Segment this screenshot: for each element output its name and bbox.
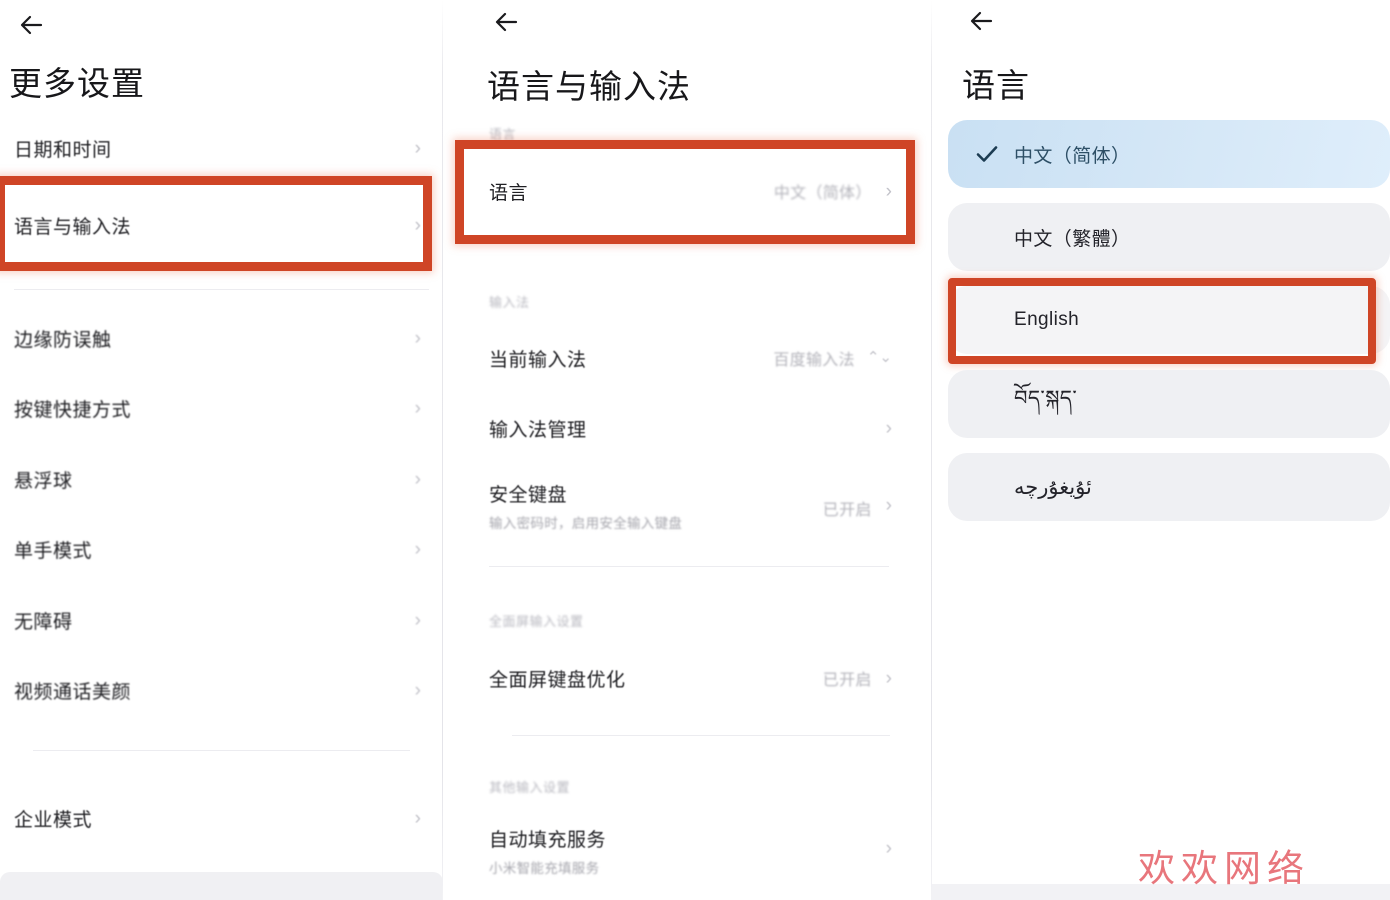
- settings-row-autofill-service[interactable]: 自动填充服务 小米智能充填服务 ›: [443, 825, 932, 877]
- row-label: 边缘防误触: [14, 329, 112, 351]
- back-arrow-icon[interactable]: [489, 5, 529, 39]
- section-label-fullscreen-input: 全面屏输入设置: [489, 614, 584, 629]
- row-subtitle: 小米智能充填服务: [489, 861, 600, 876]
- chevron-updown-icon: ⌃⌄: [866, 349, 892, 366]
- watermark: 欢欢网络: [1138, 847, 1310, 890]
- row-subtitle: 输入密码时，启用安全输入键盘: [489, 516, 683, 531]
- chevron-right-icon: ›: [414, 137, 421, 159]
- language-option-uyghur[interactable]: ئۇيغۇرچە: [948, 453, 1390, 521]
- chevron-right-icon: ›: [885, 495, 892, 516]
- group-divider: [14, 289, 429, 290]
- page-title: 更多设置: [9, 65, 145, 102]
- bottom-strip: [0, 872, 443, 900]
- settings-row-edge-touch-protection[interactable]: 边缘防误触 ›: [0, 303, 443, 373]
- page-title: 语言: [962, 67, 1030, 104]
- highlight-box-language-and-input: [0, 176, 432, 271]
- language-label: བོད་སྐད་: [1014, 386, 1078, 410]
- language-label: 中文（繁體）: [1014, 228, 1131, 250]
- group-divider: [512, 735, 890, 736]
- back-arrow-icon[interactable]: [14, 8, 54, 42]
- row-label: 单手模式: [14, 540, 93, 562]
- row-value: 百度输入法: [773, 352, 855, 369]
- chevron-right-icon: ›: [414, 397, 421, 419]
- chevron-right-icon: ›: [885, 417, 892, 439]
- chevron-right-icon: ›: [885, 838, 892, 859]
- settings-row-one-handed-mode[interactable]: 单手模式 ›: [0, 514, 443, 584]
- settings-row-floating-ball[interactable]: 悬浮球 ›: [0, 444, 443, 514]
- screen-more-settings: 更多设置 日期和时间 › 语言与输入法 › 边缘防误触 › 按键快捷方式 › 悬…: [0, 0, 443, 900]
- section-label-other-input: 其他输入设置: [489, 780, 571, 795]
- chevron-right-icon: ›: [414, 609, 421, 631]
- row-label: 视频通话美颜: [14, 681, 132, 703]
- row-label: 安全键盘: [489, 485, 568, 506]
- check-icon: [974, 141, 1000, 167]
- settings-row-current-input-method[interactable]: 当前输入法 百度输入法 ⌃⌄: [443, 338, 932, 378]
- highlight-box-language-row: [455, 140, 915, 244]
- settings-row-input-method-manager[interactable]: 输入法管理 ›: [443, 408, 932, 448]
- settings-row-date-time[interactable]: 日期和时间 ›: [0, 113, 443, 183]
- settings-row-secure-keyboard[interactable]: 安全键盘 输入密码时，启用安全输入键盘 已开启 ›: [443, 480, 932, 532]
- screen-language-and-input: 语言与输入法: [443, 0, 932, 900]
- group-divider: [489, 566, 889, 567]
- group-divider: [33, 750, 410, 751]
- language-label: 中文（简体）: [1014, 145, 1131, 167]
- settings-row-video-call-beauty[interactable]: 视频通话美颜 ›: [0, 655, 443, 725]
- page-title: 语言与输入法: [487, 68, 691, 105]
- row-label: 按键快捷方式: [14, 399, 132, 421]
- row-label: 日期和时间: [14, 139, 112, 161]
- back-arrow-icon[interactable]: [964, 4, 1004, 38]
- chevron-right-icon: ›: [414, 538, 421, 560]
- row-text-group: 安全键盘 输入密码时，启用安全输入键盘: [489, 480, 682, 532]
- row-value: 已开启: [822, 502, 872, 519]
- row-label: 无障碍: [14, 611, 73, 633]
- settings-row-fullscreen-keyboard-optimization[interactable]: 全面屏键盘优化 已开启 ›: [443, 658, 932, 698]
- language-option-tibetan[interactable]: བོད་སྐད་: [948, 370, 1390, 438]
- settings-row-enterprise-mode[interactable]: 企业模式 ›: [0, 783, 443, 853]
- chevron-right-icon: ›: [414, 807, 421, 829]
- settings-row-accessibility[interactable]: 无障碍 ›: [0, 585, 443, 655]
- language-option-chinese-traditional[interactable]: 中文（繁體）: [948, 203, 1390, 271]
- chevron-right-icon: ›: [414, 327, 421, 349]
- row-value: 已开启: [822, 672, 872, 689]
- language-label: ئۇيغۇرچە: [1014, 475, 1092, 499]
- section-label-input-method: 输入法: [489, 295, 530, 310]
- chevron-right-icon: ›: [414, 468, 421, 490]
- settings-row-button-shortcuts[interactable]: 按键快捷方式 ›: [0, 373, 443, 443]
- row-label: 悬浮球: [14, 470, 73, 492]
- chevron-right-icon: ›: [414, 679, 421, 701]
- row-label: 输入法管理: [489, 419, 587, 441]
- highlight-box-english: [948, 278, 1376, 364]
- row-label: 自动填充服务: [489, 830, 607, 851]
- row-label: 全面屏键盘优化: [489, 669, 626, 691]
- row-label: 当前输入法: [489, 349, 587, 371]
- row-label: 企业模式: [14, 809, 93, 831]
- language-option-chinese-simplified[interactable]: 中文（简体）: [948, 120, 1390, 188]
- row-text-group: 自动填充服务 小米智能充填服务: [489, 825, 606, 877]
- chevron-right-icon: ›: [885, 667, 892, 689]
